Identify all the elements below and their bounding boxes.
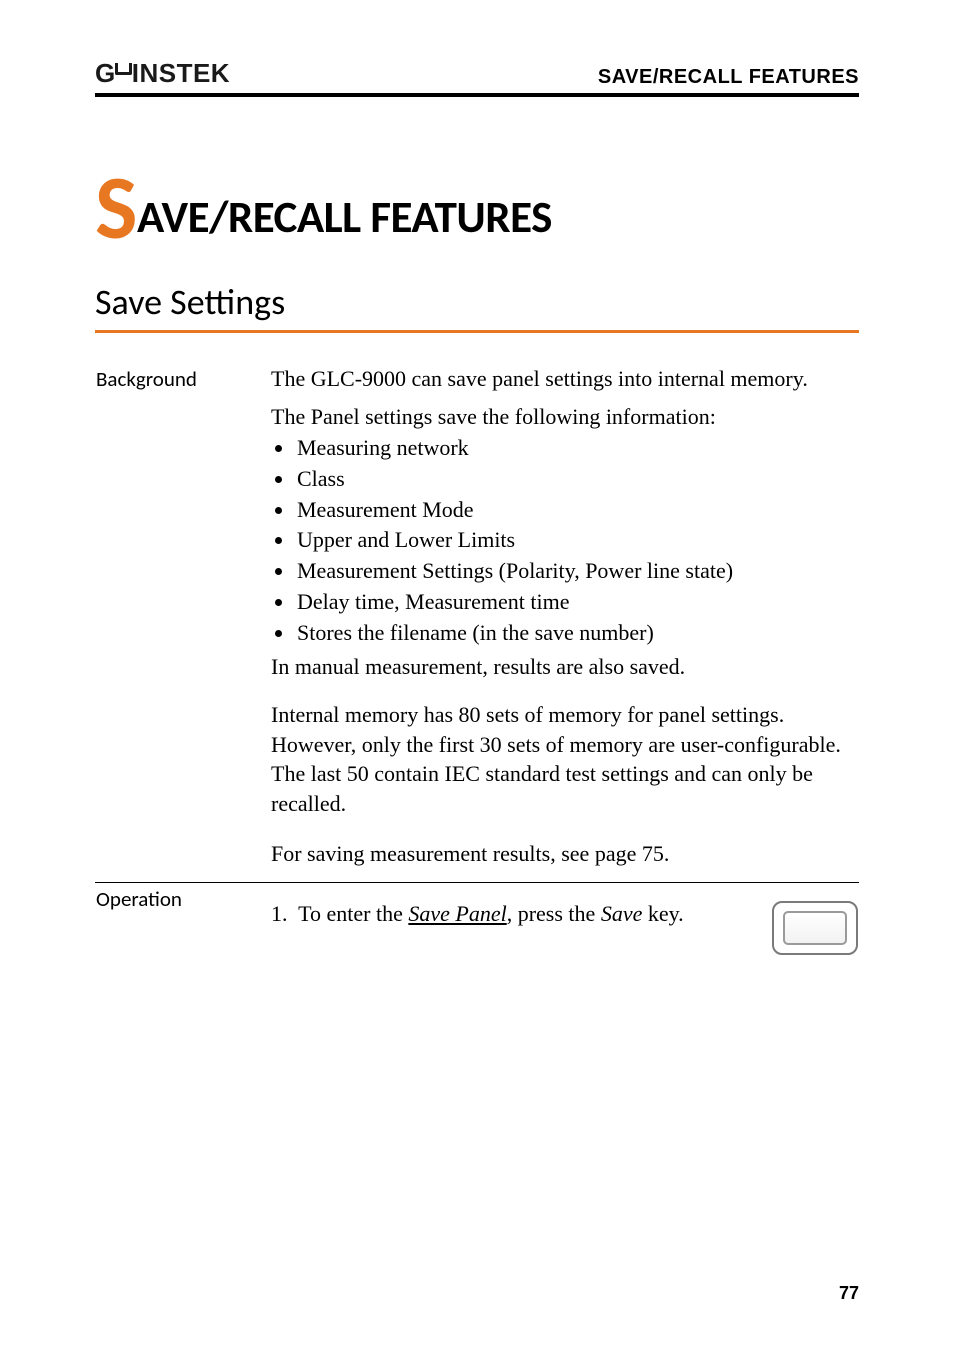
step-mid: , press the: [507, 901, 601, 926]
bg-para2: Internal memory has 80 sets of memory fo…: [271, 700, 858, 819]
page-number: 77: [839, 1283, 859, 1304]
key-cap-icon: [783, 911, 847, 945]
label-background: Background: [95, 363, 270, 820]
chapter-rest: AVE/RECALL FEATURES: [137, 190, 552, 245]
chapter-drop-cap: S: [95, 153, 137, 263]
step-number: 1.: [271, 899, 293, 929]
section-heading: Save Settings: [95, 280, 859, 333]
step-link: Save Panel: [408, 901, 506, 926]
bg-lead: The Panel settings save the following in…: [271, 402, 858, 432]
label-operation: Operation: [95, 883, 270, 957]
bullet-item: Stores the filename (in the save number): [295, 618, 858, 649]
operation-step-1: 1. To enter the Save Panel, press the Sa…: [271, 899, 754, 929]
bg-para3: For saving measurement results, see page…: [271, 839, 858, 869]
bg-intro: The GLC-9000 can save panel settings int…: [271, 364, 858, 394]
bullet-item: Measurement Mode: [295, 495, 858, 526]
bullet-item: Measurement Settings (Polarity, Power li…: [295, 556, 858, 587]
logo-u-icon: [115, 63, 132, 75]
content-table: Background The GLC-9000 can save panel s…: [95, 363, 859, 956]
logo-text: INSTEK: [132, 58, 230, 89]
logo-g: G: [95, 58, 115, 89]
bullet-item: Delay time, Measurement time: [295, 587, 858, 618]
page-header: G INSTEK SAVE/RECALL FEATURES: [95, 58, 859, 97]
step-pre: To enter the: [298, 901, 408, 926]
background-body: The GLC-9000 can save panel settings int…: [270, 363, 859, 820]
save-key-icon: [772, 901, 858, 955]
step-key: Save: [601, 901, 643, 926]
header-section-title: SAVE/RECALL FEATURES: [598, 66, 859, 89]
step-post: key.: [642, 901, 683, 926]
bullet-item: Class: [295, 464, 858, 495]
bg-after-bullets: In manual measurement, results are also …: [271, 652, 858, 682]
bullet-item: Measuring network: [295, 433, 858, 464]
chapter-title: SAVE/RECALL FEATURES: [95, 172, 859, 245]
bullet-item: Upper and Lower Limits: [295, 525, 858, 556]
brand-logo: G INSTEK: [95, 58, 230, 89]
bg-bullets: Measuring network Class Measurement Mode…: [271, 433, 858, 648]
